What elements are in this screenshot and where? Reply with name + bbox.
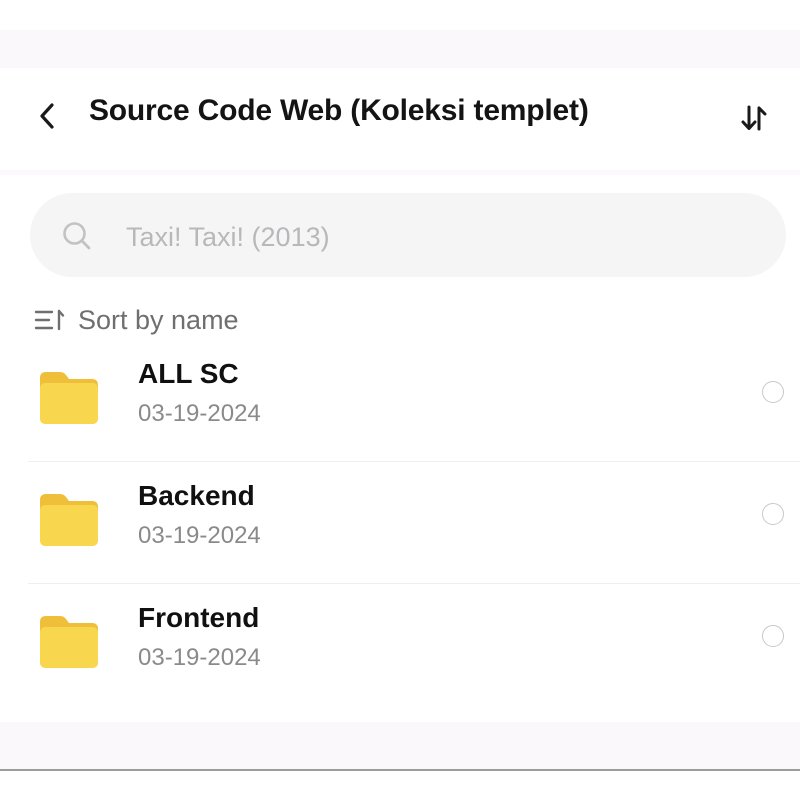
sort-label: Sort by name (78, 304, 239, 335)
select-radio[interactable] (762, 503, 784, 525)
list-item[interactable]: Frontend 03-19-2024 (0, 584, 800, 706)
sort-by-control[interactable]: Sort by name (34, 302, 239, 338)
app-header: Source Code Web (Koleksi templet) (0, 68, 800, 170)
page-title: Source Code Web (Koleksi templet) (89, 94, 589, 127)
search-placeholder: Taxi! Taxi! (2013) (126, 222, 330, 252)
top-margin (0, 0, 800, 30)
list-item[interactable]: Backend 03-19-2024 (0, 462, 800, 584)
sort-arrows-icon (741, 105, 767, 131)
item-date: 03-19-2024 (138, 522, 261, 549)
item-name: Backend (138, 480, 255, 511)
folder-icon (40, 494, 98, 546)
status-bar-area (0, 30, 800, 68)
select-radio[interactable] (762, 625, 784, 647)
bottom-margin (0, 771, 800, 800)
list-item[interactable]: ALL SC 03-19-2024 (0, 340, 800, 462)
item-name: Frontend (138, 602, 260, 633)
search-icon (63, 222, 91, 250)
file-manager-screen: Source Code Web (Koleksi templet) Taxi! … (0, 0, 800, 800)
back-button[interactable] (28, 96, 68, 136)
sort-list-icon (34, 309, 65, 331)
folder-icon (40, 372, 98, 424)
item-date: 03-19-2024 (138, 400, 261, 427)
item-date: 03-19-2024 (138, 644, 261, 671)
item-name: ALL SC (138, 358, 239, 389)
select-radio[interactable] (762, 381, 784, 403)
header-divider (0, 170, 800, 175)
bottom-bar-area (0, 722, 800, 770)
folder-icon (40, 616, 98, 668)
chevron-left-icon (40, 103, 54, 129)
sort-toggle-button[interactable] (734, 98, 774, 138)
